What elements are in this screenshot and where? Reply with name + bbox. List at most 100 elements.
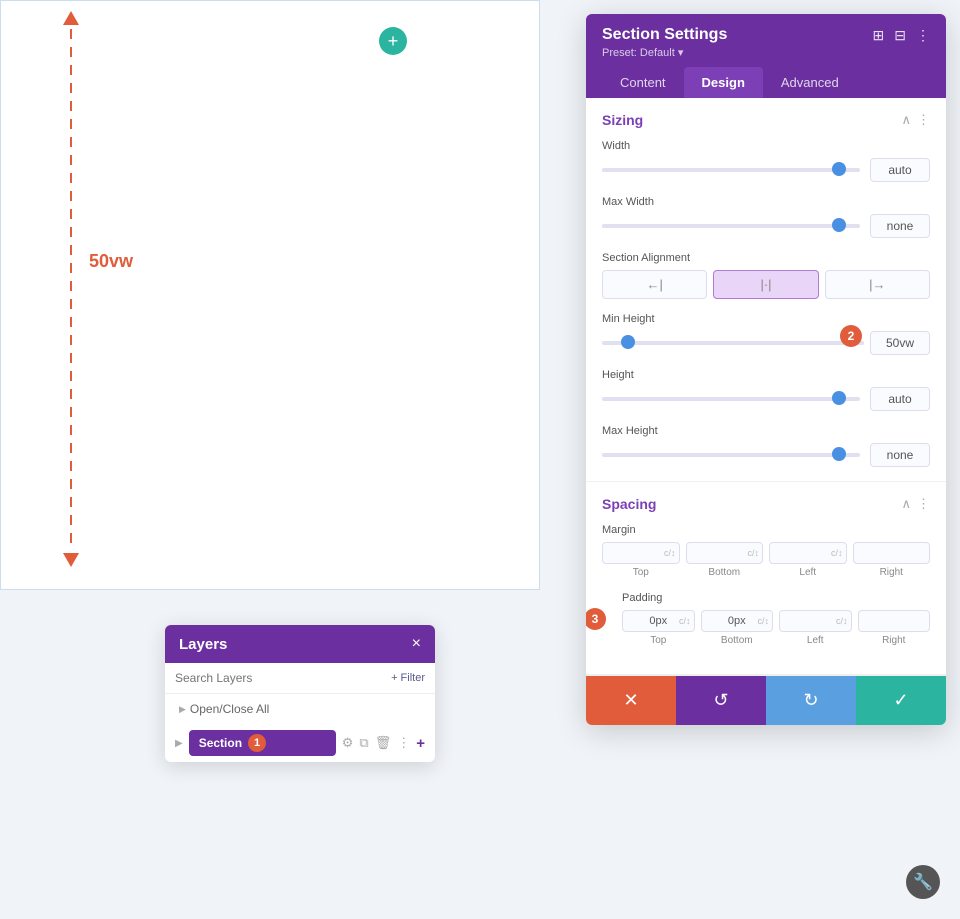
spacing-collapse-icon[interactable]: ∧ (901, 496, 911, 512)
margin-left-cell: c/↕ Left (769, 542, 847, 578)
margin-bottom-cell: c/↕ Bottom (686, 542, 764, 578)
max-height-slider[interactable] (602, 453, 860, 457)
layers-panel: Layers × + Filter Open/Close All ▶ Secti… (165, 625, 435, 762)
settings-header-icons: ⊞ ⊟ ⋮ (873, 27, 930, 44)
height-slider-thumb[interactable] (832, 391, 846, 405)
padding-top-label: Top (650, 635, 666, 646)
width-field: Width auto (602, 140, 930, 182)
layers-search-input[interactable] (175, 671, 385, 685)
tab-design[interactable]: Design (684, 67, 763, 98)
settings-more-icon[interactable]: ⋮ (916, 27, 930, 44)
settings-body: Sizing ∧ ⋮ Width auto Max (586, 98, 946, 725)
margin-field: Margin c/↕ Top c/↕ Botto (602, 524, 930, 578)
width-slider[interactable] (602, 168, 860, 172)
margin-top-wrap: c/↕ (602, 542, 680, 564)
padding-field: 3 Padding c/↕ Top c/↕ (602, 592, 930, 646)
min-height-slider-row: 2 50vw (602, 331, 930, 355)
add-canvas-button[interactable]: + (379, 27, 407, 55)
margin-right-input[interactable] (853, 542, 931, 564)
max-height-slider-thumb[interactable] (832, 447, 846, 461)
width-slider-row: auto (602, 158, 930, 182)
height-slider[interactable] (602, 397, 860, 401)
max-width-value[interactable]: none (870, 214, 930, 238)
layers-open-close[interactable]: Open/Close All (165, 694, 435, 724)
max-width-slider-thumb[interactable] (832, 218, 846, 232)
spacing-more-icon[interactable]: ⋮ (917, 496, 930, 512)
spacing-controls: ∧ ⋮ (901, 496, 930, 512)
margin-right-label: Right (880, 567, 903, 578)
padding-top-c-link: c/↕ (679, 616, 691, 626)
min-height-slider-thumb[interactable] (621, 335, 635, 349)
settings-tabs: Content Design Advanced (602, 67, 930, 98)
alignment-row: ←| |·| |→ (602, 270, 930, 299)
padding-left-c-link: c/↕ (836, 616, 848, 626)
layers-settings-icon[interactable]: ⚙ (342, 735, 354, 751)
max-width-label: Max Width (602, 196, 930, 208)
layers-add-button[interactable]: + (416, 735, 425, 752)
padding-bottom-wrap: c/↕ (701, 610, 774, 632)
padding-right-input[interactable] (858, 610, 931, 632)
margin-top-label: Top (633, 567, 649, 578)
spacing-title: Spacing (602, 496, 656, 512)
padding-label: Padding (622, 592, 930, 604)
margin-left-label: Left (799, 567, 816, 578)
cancel-button[interactable]: ✕ (586, 676, 676, 725)
alignment-field: Section Alignment ←| |·| |→ (602, 252, 930, 299)
confirm-button[interactable]: ✓ (856, 676, 946, 725)
layers-close-button[interactable]: × (412, 635, 421, 653)
padding-right-cell: Right (858, 610, 931, 646)
min-height-field: Min Height 2 50vw (602, 313, 930, 355)
settings-responsive-icon[interactable]: ⊞ (873, 27, 885, 44)
padding-left-label: Left (807, 635, 824, 646)
settings-header: Section Settings ⊞ ⊟ ⋮ Preset: Default ▾… (586, 14, 946, 98)
max-width-field: Max Width none (602, 196, 930, 238)
min-height-label: Min Height (602, 313, 930, 325)
plus-icon: + (388, 31, 399, 52)
sizing-collapse-icon[interactable]: ∧ (901, 112, 911, 128)
padding-bottom-c-link: c/↕ (757, 616, 769, 626)
height-value[interactable]: auto (870, 387, 930, 411)
tab-content[interactable]: Content (602, 67, 684, 98)
wrench-icon: 🔧 (913, 872, 933, 892)
align-center-button[interactable]: |·| (713, 270, 818, 299)
settings-header-top: Section Settings ⊞ ⊟ ⋮ (602, 26, 930, 44)
margin-grid: c/↕ Top c/↕ Bottom c/↕ (602, 542, 930, 578)
height-label: Height (602, 369, 930, 381)
layers-duplicate-icon[interactable]: ⧉ (359, 735, 368, 751)
margin-top-cell: c/↕ Top (602, 542, 680, 578)
max-width-slider[interactable] (602, 224, 860, 228)
max-width-slider-row: none (602, 214, 930, 238)
settings-preset[interactable]: Preset: Default ▾ (602, 46, 930, 59)
max-height-slider-row: none (602, 443, 930, 467)
margin-right-cell: Right (853, 542, 931, 578)
sizing-header: Sizing ∧ ⋮ (602, 112, 930, 128)
undo-button[interactable]: ↺ (676, 676, 766, 725)
padding-left-wrap: c/↕ (779, 610, 852, 632)
layers-filter-button[interactable]: + Filter (391, 672, 425, 684)
layers-delete-icon[interactable]: 🗑 (375, 735, 392, 751)
alignment-label: Section Alignment (602, 252, 930, 264)
padding-top-cell: c/↕ Top (622, 610, 695, 646)
padding-right-wrap (858, 610, 931, 632)
wrench-button[interactable]: 🔧 (906, 865, 940, 899)
min-height-slider[interactable] (602, 341, 864, 345)
padding-right-label: Right (882, 635, 905, 646)
arrow-up-icon (63, 11, 79, 25)
redo-button[interactable]: ↻ (766, 676, 856, 725)
min-height-value[interactable]: 50vw (870, 331, 930, 355)
padding-grid: c/↕ Top c/↕ Bottom c/↕ (622, 610, 930, 646)
margin-bottom-c-link: c/↕ (747, 548, 759, 558)
align-right-button[interactable]: |→ (825, 270, 930, 299)
settings-layout-icon[interactable]: ⊟ (894, 27, 906, 44)
layers-item-arrow-icon: ▶ (175, 738, 183, 749)
max-height-value[interactable]: none (870, 443, 930, 467)
align-left-button[interactable]: ←| (602, 270, 707, 299)
layers-search-bar: + Filter (165, 663, 435, 694)
padding-top-wrap: c/↕ (622, 610, 695, 632)
width-slider-thumb[interactable] (832, 162, 846, 176)
tab-advanced[interactable]: Advanced (763, 67, 857, 98)
sizing-title: Sizing (602, 112, 643, 128)
width-value[interactable]: auto (870, 158, 930, 182)
sizing-more-icon[interactable]: ⋮ (917, 112, 930, 128)
layers-more-icon[interactable]: ⋮ (397, 735, 410, 751)
